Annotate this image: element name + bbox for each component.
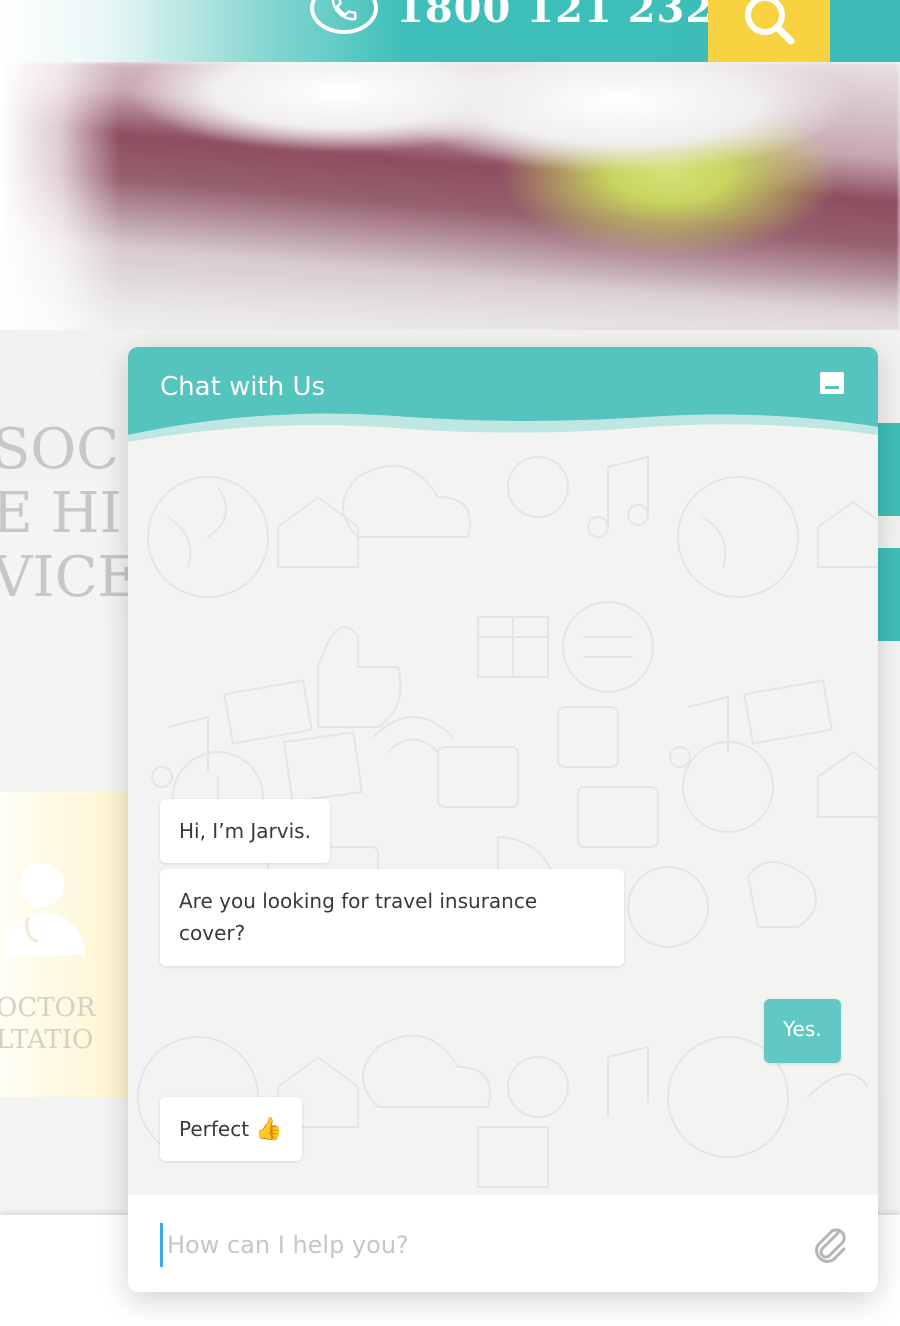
search-button[interactable] — [708, 0, 830, 62]
chat-input-bar — [128, 1195, 878, 1292]
message-input[interactable] — [160, 1223, 807, 1267]
chat-widget: Chat with Us Hi, I’m Jarvis. Are you loo… — [128, 347, 878, 1292]
message-text: Perfect — [179, 1117, 250, 1141]
paperclip-icon — [815, 1228, 846, 1263]
bot-message: Hi, I’m Jarvis. — [160, 799, 330, 863]
chat-header: Chat with Us — [128, 347, 878, 442]
message-text: Are you looking for travel insurance cov… — [179, 889, 538, 945]
bot-message: Are you looking for travel insurance cov… — [160, 869, 624, 966]
phone-contact[interactable]: 1800 121 2323 — [310, 0, 743, 38]
message-text: Hi, I’m Jarvis. — [179, 819, 311, 843]
doctor-icon — [5, 863, 86, 955]
message-text: Yes. — [783, 1017, 822, 1041]
phone-icon — [310, 0, 378, 34]
hero-heading: SOC E HI VICE — [0, 417, 139, 610]
site-topbar: 1800 121 2323 — [0, 0, 900, 62]
service-tile-label: OCTOR LTATIO — [0, 993, 96, 1055]
bot-message: Perfect 👍 — [160, 1097, 302, 1161]
user-message: Yes. — [764, 999, 841, 1063]
search-icon — [745, 0, 795, 45]
attach-button[interactable] — [808, 1223, 852, 1267]
phone-number[interactable]: 1800 121 2323 — [396, 0, 743, 32]
chat-title: Chat with Us — [160, 372, 326, 402]
minimize-icon[interactable] — [820, 372, 844, 394]
thumbs-up-icon: 👍 — [255, 1117, 283, 1142]
